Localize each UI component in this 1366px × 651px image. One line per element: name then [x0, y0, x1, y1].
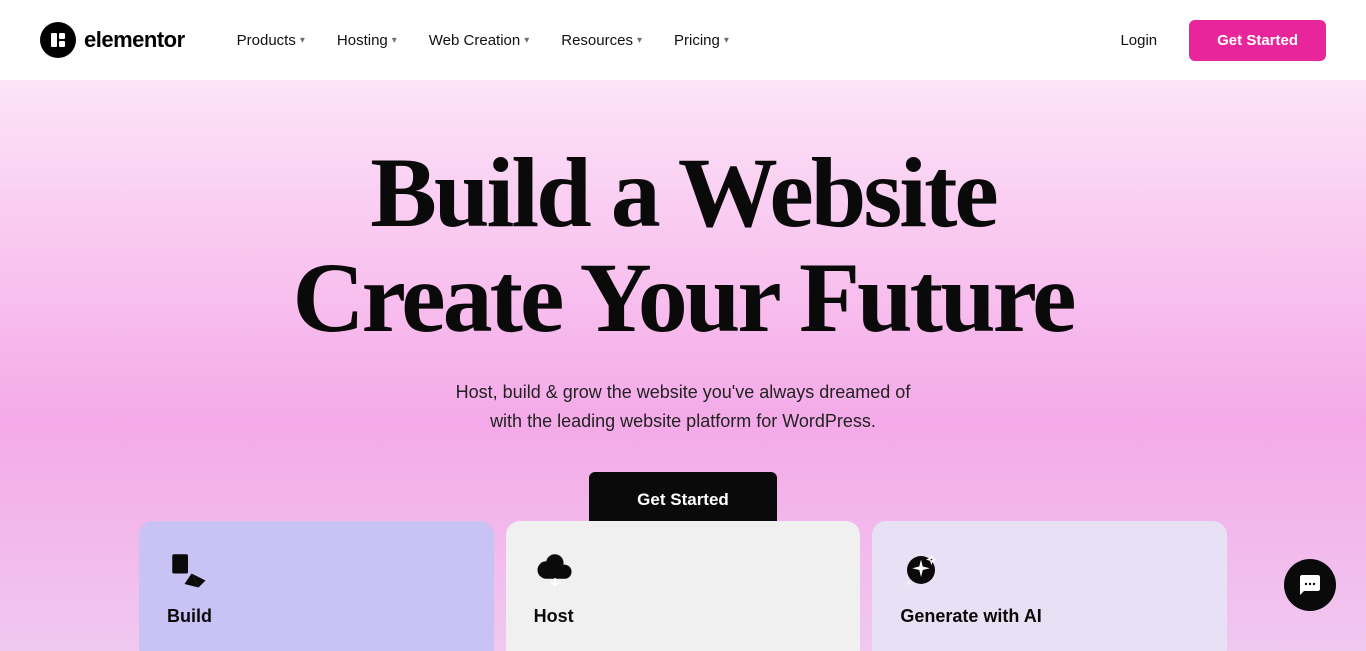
logo-link[interactable]: elementor — [40, 22, 185, 58]
chevron-down-icon: ▾ — [392, 35, 397, 46]
feature-card-host-label: Host — [534, 606, 833, 627]
feature-card-ai-label: Generate with AI — [900, 606, 1199, 627]
hero-subtitle: Host, build & grow the website you've al… — [456, 378, 911, 436]
chevron-down-icon: ▾ — [724, 35, 729, 46]
nav-item-web-creation[interactable]: Web Creation ▾ — [415, 24, 543, 57]
hero-subtitle-line1: Host, build & grow the website you've al… — [456, 382, 911, 402]
navbar: elementor Products ▾ Hosting ▾ Web Creat… — [0, 0, 1366, 80]
chat-bubble-button[interactable] — [1284, 559, 1336, 611]
cloud-icon — [534, 549, 833, 606]
login-button[interactable]: Login — [1104, 24, 1173, 57]
nav-menu: Products ▾ Hosting ▾ Web Creation ▾ Reso… — [223, 24, 743, 57]
logo-text: elementor — [84, 27, 185, 53]
nav-item-hosting[interactable]: Hosting ▾ — [323, 24, 411, 57]
chevron-down-icon: ▾ — [300, 35, 305, 46]
feature-cards: Build Host Genera — [133, 521, 1233, 651]
ai-icon — [900, 549, 1199, 606]
feature-card-build-label: Build — [167, 606, 466, 627]
get-started-nav-button[interactable]: Get Started — [1189, 20, 1326, 61]
hero-section: Build a Website Create Your Future Host,… — [0, 80, 1366, 651]
feature-card-ai[interactable]: Generate with AI — [872, 521, 1227, 651]
nav-item-products[interactable]: Products ▾ — [223, 24, 319, 57]
nav-item-pricing[interactable]: Pricing ▾ — [660, 24, 743, 57]
navbar-left: elementor Products ▾ Hosting ▾ Web Creat… — [40, 22, 743, 58]
hero-cta-button[interactable]: Get Started — [589, 472, 777, 528]
navbar-right: Login Get Started — [1104, 20, 1326, 61]
logo-icon — [40, 22, 76, 58]
chevron-down-icon: ▾ — [637, 35, 642, 46]
hero-title: Build a Website Create Your Future — [292, 140, 1073, 350]
feature-card-build[interactable]: Build — [139, 521, 494, 651]
nav-label-hosting: Hosting — [337, 32, 388, 49]
nav-item-resources[interactable]: Resources ▾ — [547, 24, 656, 57]
nav-label-products: Products — [237, 32, 296, 49]
build-icon — [167, 549, 466, 606]
feature-card-host[interactable]: Host — [506, 521, 861, 651]
hero-title-line1: Build a Website — [370, 137, 996, 248]
nav-label-pricing: Pricing — [674, 32, 720, 49]
hero-subtitle-line2: with the leading website platform for Wo… — [490, 411, 876, 431]
nav-label-web-creation: Web Creation — [429, 32, 520, 49]
chevron-down-icon: ▾ — [524, 35, 529, 46]
nav-label-resources: Resources — [561, 32, 633, 49]
hero-title-line2: Create Your Future — [292, 242, 1073, 353]
